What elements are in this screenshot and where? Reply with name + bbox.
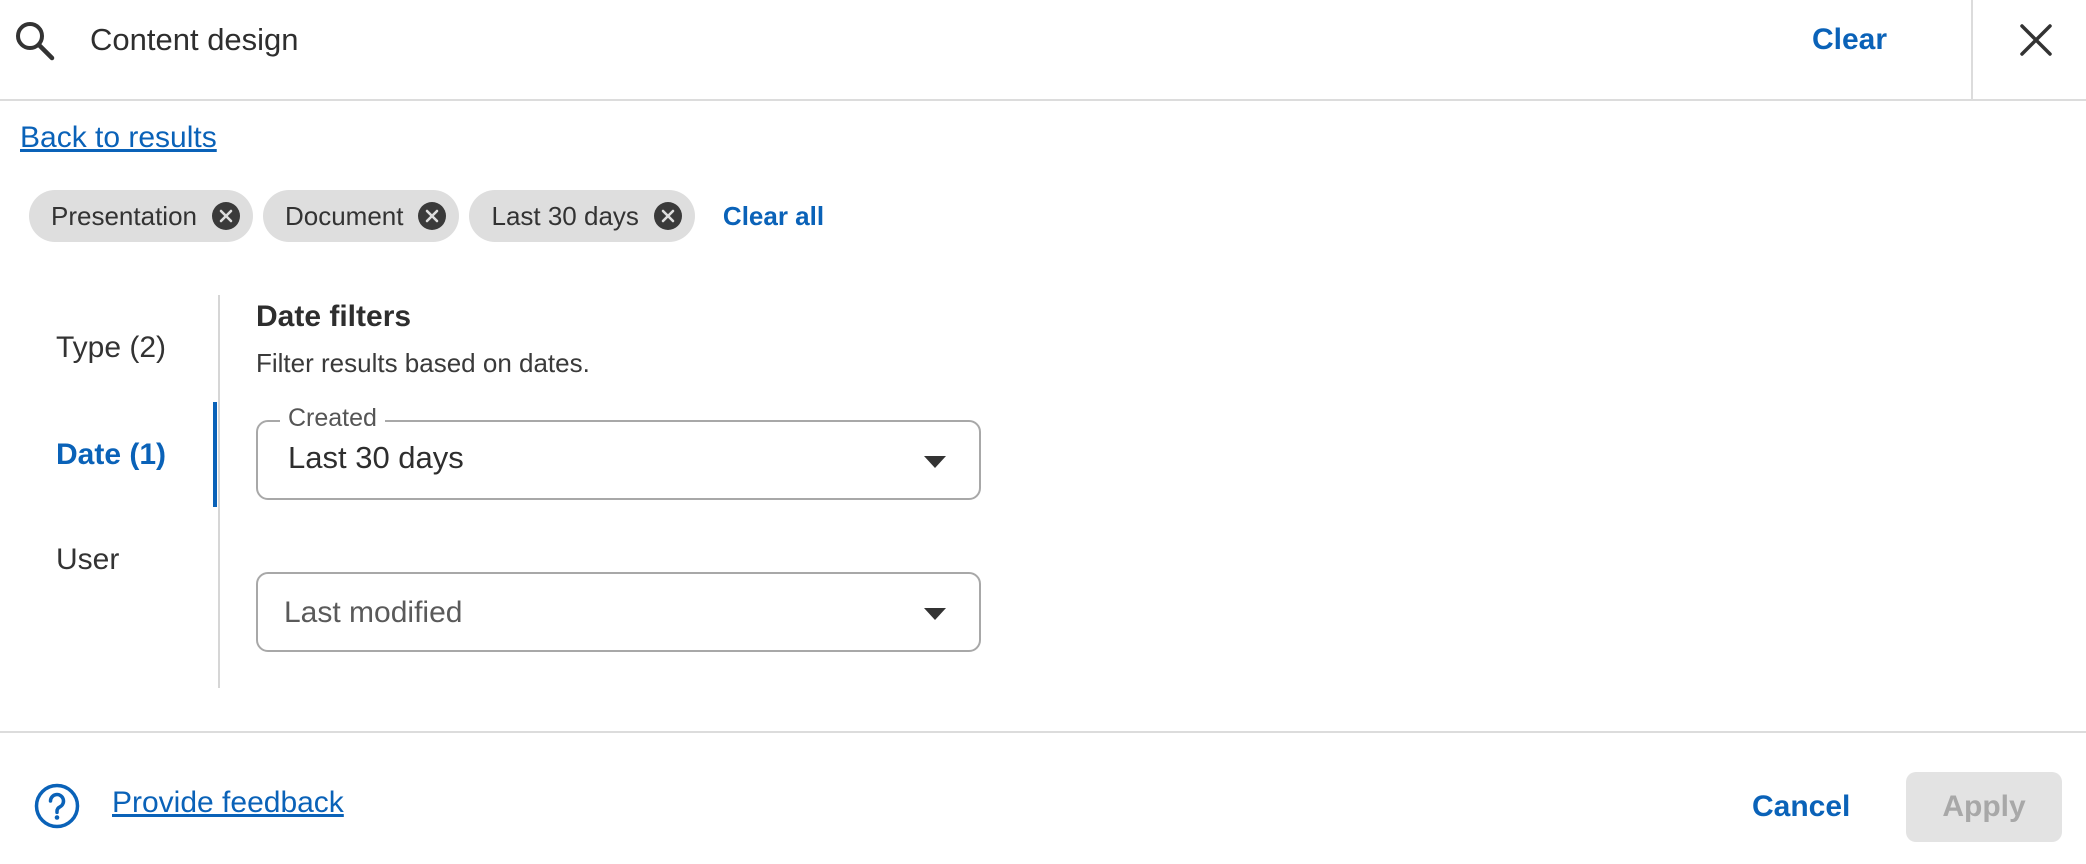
filter-chip: Presentation [29, 190, 253, 242]
nav-item-label: Date (1) [56, 437, 167, 471]
nav-item-label: User [56, 542, 120, 576]
caret-down-icon [924, 456, 946, 468]
search-input[interactable] [90, 18, 1740, 62]
provide-feedback-link[interactable]: Provide feedback [112, 786, 344, 820]
filter-category-nav: Type (2) Date (1) User [0, 295, 220, 688]
cancel-button[interactable]: Cancel [1742, 774, 1860, 840]
chip-label: Document [284, 200, 404, 231]
created-select-legend: Created [280, 402, 385, 434]
active-filter-chips: Presentation Document Last 30 days Clear… [29, 190, 824, 242]
last-modified-placeholder: Last modified [284, 596, 463, 629]
filter-chip: Last 30 days [469, 190, 695, 242]
search-bar: Clear [0, 0, 2086, 101]
remove-chip-icon[interactable] [417, 201, 447, 231]
section-description: Filter results based on dates. [256, 348, 590, 378]
last-modified-select[interactable]: Last modified [256, 572, 981, 652]
back-to-results-link[interactable]: Back to results [20, 121, 217, 155]
nav-divider [218, 295, 220, 688]
nav-item-user[interactable]: User [0, 507, 220, 612]
nav-item-label: Type (2) [56, 330, 167, 364]
filter-chip: Document [262, 190, 460, 242]
nav-item-date[interactable]: Date (1) [0, 402, 220, 507]
caret-down-icon [924, 608, 946, 620]
chip-label: Last 30 days [491, 200, 639, 231]
clear-all-button[interactable]: Clear all [723, 201, 824, 232]
nav-active-indicator [213, 402, 217, 507]
search-icon [16, 22, 55, 61]
clear-search-button[interactable]: Clear [1812, 18, 1887, 62]
apply-button[interactable]: Apply [1906, 772, 2062, 842]
help-icon [34, 783, 80, 829]
created-date-select[interactable]: Created Last 30 days [256, 402, 981, 500]
footer-divider [0, 731, 2086, 733]
search-filter-panel: Clear Back to results Presentation Docum… [0, 0, 2086, 864]
close-button[interactable] [2005, 14, 2067, 66]
remove-chip-icon[interactable] [653, 201, 683, 231]
remove-chip-icon[interactable] [211, 201, 241, 231]
nav-item-type[interactable]: Type (2) [0, 295, 220, 400]
header-divider [1971, 0, 1973, 100]
section-title: Date filters [256, 300, 412, 333]
chip-label: Presentation [51, 200, 197, 231]
close-icon [2020, 24, 2052, 56]
created-select-value: Last 30 days [288, 440, 464, 475]
